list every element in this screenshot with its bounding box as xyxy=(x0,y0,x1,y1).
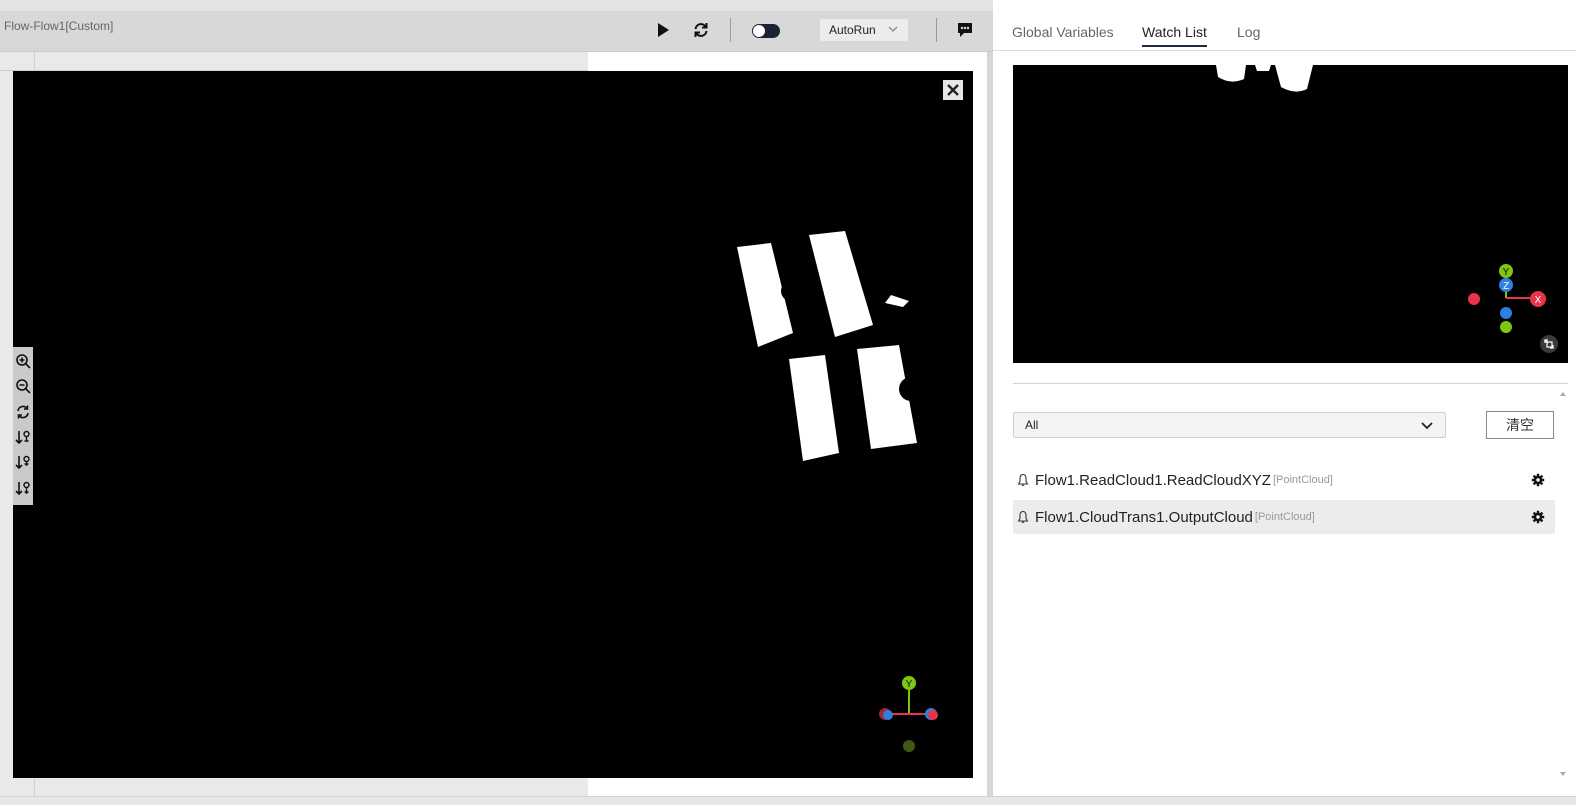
autorun-select[interactable]: AutoRun xyxy=(820,19,908,41)
reset-view-icon[interactable] xyxy=(15,404,31,420)
zoom-in-icon[interactable] xyxy=(15,353,31,369)
reset-button[interactable] xyxy=(690,19,712,41)
autorun-value: AutoRun xyxy=(829,23,876,37)
toolbar-divider xyxy=(936,18,937,42)
clear-button[interactable]: 清空 xyxy=(1486,411,1554,439)
watch-list-item[interactable]: Flow1.CloudTrans1.OutputCloud [PointClou… xyxy=(1013,500,1555,534)
inspector-panel: Global Variables Watch List Log Y Z X Al… xyxy=(993,10,1576,796)
close-viewer-button[interactable] xyxy=(943,80,963,100)
watch-item-name: Flow1.ReadCloud1.ReadCloudXYZ xyxy=(1035,471,1271,489)
expand-preview-button[interactable] xyxy=(1540,335,1558,353)
pointcloud-viewer[interactable]: Y xyxy=(13,71,973,778)
chevron-down-icon xyxy=(888,26,898,32)
view-sort-icon[interactable] xyxy=(15,480,31,496)
gizmo-y-label: Y xyxy=(906,679,913,690)
watch-filter-value: All xyxy=(1025,418,1039,432)
flow-title: Flow-Flow1[Custom] xyxy=(4,19,114,33)
flow-panel: Flow-Flow1[Custom] AutoRun Y xyxy=(0,0,993,804)
pointcloud-render xyxy=(737,231,923,461)
gear-icon[interactable] xyxy=(1531,510,1545,524)
inspector-tabs: Global Variables Watch List Log xyxy=(993,10,1576,51)
preview-gizmo-x-label: X xyxy=(1535,295,1542,306)
tab-global-variables[interactable]: Global Variables xyxy=(1012,24,1114,45)
zoom-out-icon[interactable] xyxy=(15,378,31,394)
comment-icon xyxy=(958,23,972,37)
gear-icon[interactable] xyxy=(1531,473,1545,487)
view-sort-icon[interactable] xyxy=(15,429,31,445)
watch-list-scrollbar[interactable] xyxy=(1558,384,1568,784)
run-button[interactable] xyxy=(652,19,674,41)
preview-gizmo-z-label: Z xyxy=(1503,281,1509,292)
bell-icon[interactable] xyxy=(1016,473,1030,487)
watch-list-item[interactable]: Flow1.ReadCloud1.ReadCloudXYZ [PointClou… xyxy=(1013,463,1555,497)
expand-icon xyxy=(1544,339,1554,349)
axis-gizmo: Y xyxy=(879,676,938,752)
tab-watch-list[interactable]: Watch List xyxy=(1142,24,1207,47)
bell-icon[interactable] xyxy=(1016,510,1030,524)
toggle-knob xyxy=(753,25,765,37)
viewer-tool-strip xyxy=(13,347,33,505)
run-mode-toggle[interactable] xyxy=(752,24,780,38)
tab-log[interactable]: Log xyxy=(1237,24,1260,45)
chevron-down-icon xyxy=(1421,422,1433,430)
watch-item-type: [PointCloud] xyxy=(1272,474,1333,486)
preview-gizmo-y-label: Y xyxy=(1503,267,1510,278)
comment-button[interactable] xyxy=(954,19,976,41)
watch-filter-select[interactable]: All xyxy=(1013,412,1446,438)
refresh-icon xyxy=(694,23,708,37)
view-sort-icon[interactable] xyxy=(15,454,31,470)
watch-preview-viewer[interactable]: Y Z X xyxy=(1013,65,1568,363)
section-divider xyxy=(1013,383,1568,384)
watch-item-name: Flow1.CloudTrans1.OutputCloud xyxy=(1035,508,1253,526)
close-icon xyxy=(947,84,959,96)
axis-gizmo: Y Z X xyxy=(1468,264,1546,333)
flow-toolbar: Flow-Flow1[Custom] AutoRun xyxy=(0,11,993,52)
toolbar-divider xyxy=(730,18,731,42)
watch-item-type: [PointCloud] xyxy=(1254,511,1315,523)
play-icon xyxy=(658,23,669,37)
